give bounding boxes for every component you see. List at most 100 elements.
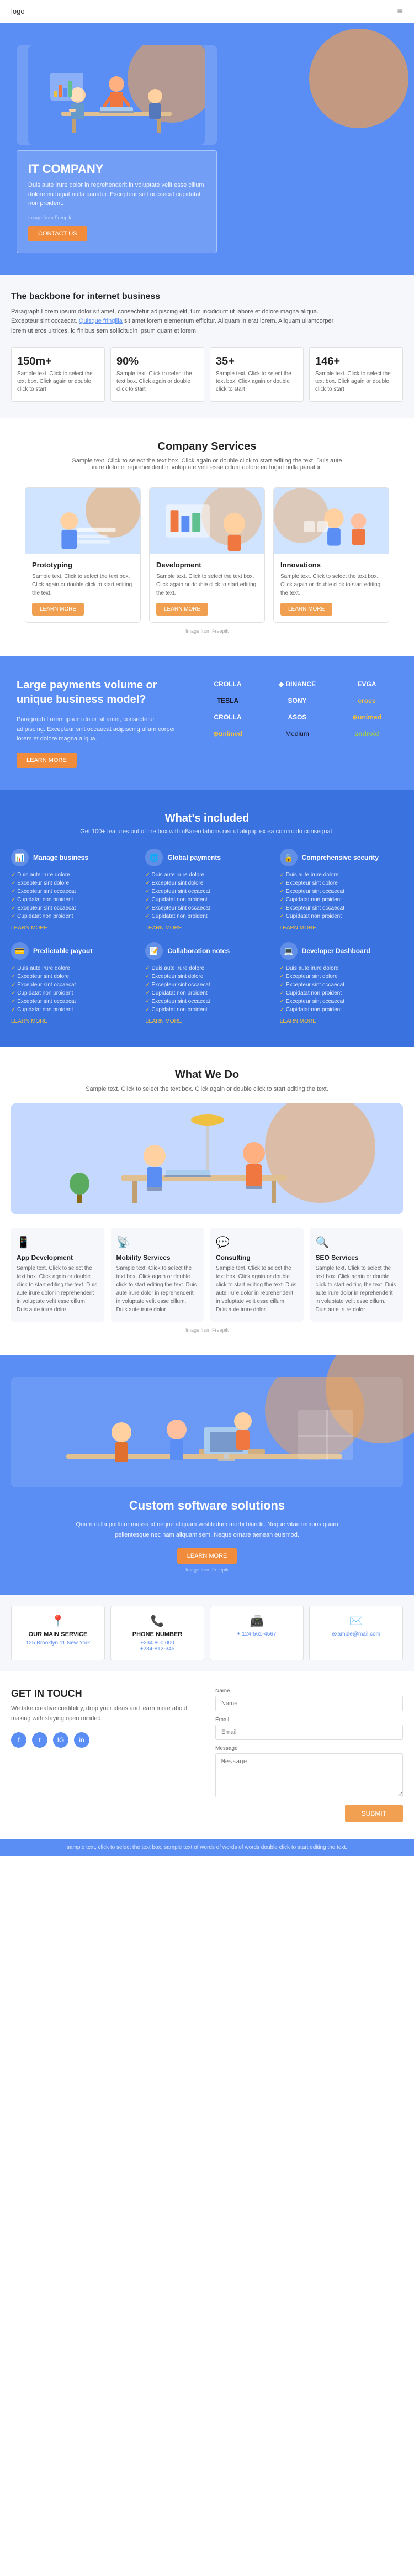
stats-row: 150m+ Sample text. Click to select the t… — [11, 347, 403, 402]
get-in-touch-section: GET IN TOUCH We take creative credibilit… — [0, 1671, 414, 1839]
service-img-2 — [274, 488, 389, 554]
service-img-1 — [150, 488, 264, 554]
service-card-0: Prototyping Sample text. Click to select… — [25, 487, 141, 623]
instagram-icon[interactable]: IG — [53, 1732, 68, 1748]
stat-num-0: 150m+ — [17, 355, 99, 368]
brand-crolla-2: CROLLA — [197, 711, 258, 723]
custom-software-section: Custom software solutions Quam nulla por… — [0, 1355, 414, 1595]
twitter-icon[interactable]: t — [32, 1732, 47, 1748]
service-img-0 — [25, 488, 140, 554]
whatwedo-image-from: Image from Freepik — [11, 1327, 403, 1333]
stat-label-2: Sample text. Click to select the text bo… — [216, 370, 298, 393]
service-btn-2[interactable]: LEARN MORE — [280, 603, 332, 616]
services-heading: Company Services — [11, 440, 403, 453]
wwd-title-1: Mobility Services — [116, 1254, 199, 1261]
hero-section: IT COMPANY Duis aute irure dolor in repr… — [0, 23, 414, 275]
brand-crocs: crocs — [336, 695, 397, 707]
included-heading: What's included — [11, 812, 403, 825]
wwd-card-3: 🔍 SEO Services Sample text. Click to sel… — [310, 1228, 404, 1322]
payments-section: Large payments volume or unique business… — [0, 656, 414, 790]
included-list-4: Duis aute irure dolore Excepteur sint do… — [145, 964, 268, 1014]
brand-asos: ASOS — [267, 711, 328, 723]
stat-label-0: Sample text. Click to select the text bo… — [17, 370, 99, 393]
submit-button[interactable]: SUBMIT — [345, 1805, 403, 1822]
git-right: Name Email Message SUBMIT — [215, 1688, 403, 1822]
stat-num-1: 90% — [116, 355, 198, 368]
backbone-link[interactable]: Quisque fringilla — [79, 318, 123, 324]
included-learn-0[interactable]: LEARN MORE — [11, 925, 134, 931]
wwd-icon-1: 📡 — [116, 1236, 199, 1249]
included-card-3: 💳 Predictable payout Duis aute irure dol… — [11, 942, 134, 1024]
included-subtitle: Get 100+ features out of the box with uB… — [11, 828, 403, 835]
service-btn-0[interactable]: LEARN MORE — [32, 603, 84, 616]
facebook-icon[interactable]: f — [11, 1732, 26, 1748]
included-list-0: Duis aute irure dolore Excepteur sint do… — [11, 871, 134, 921]
included-icon-3: 💳 — [11, 942, 29, 960]
whatwedo-subtitle: Sample text. Click to select the text bo… — [11, 1086, 403, 1092]
hero-contact-btn[interactable]: CONTACT US — [28, 226, 87, 241]
name-input[interactable] — [215, 1696, 403, 1711]
payments-left: Large payments volume or unique business… — [17, 678, 181, 768]
contact-value-1: +234 800 000+234-812-345 — [116, 1640, 198, 1652]
menu-icon[interactable]: ≡ — [397, 6, 403, 17]
stat-label-1: Sample text. Click to select the text bo… — [116, 370, 198, 393]
contact-box-3: ✉️ example@mail.com — [309, 1606, 403, 1660]
service-card-2: Innovations Sample text. Click to select… — [273, 487, 389, 623]
brand-tesla: TESLA — [197, 695, 258, 707]
payments-heading: Large payments volume or unique business… — [17, 678, 181, 707]
stat-2: 35+ Sample text. Click to select the tex… — [210, 347, 304, 402]
included-icon-0: 📊 — [11, 849, 29, 866]
included-card-1: 🌐 Global payments Duis aute irure dolore… — [145, 849, 268, 931]
included-learn-1[interactable]: LEARN MORE — [145, 925, 268, 931]
included-learn-5[interactable]: LEARN MORE — [280, 1018, 403, 1024]
navbar: logo ≡ — [0, 0, 414, 23]
services-image-from: Image from Freepik — [11, 628, 403, 634]
service-title-1: Development — [156, 561, 258, 569]
hero-title: IT COMPANY — [28, 162, 205, 176]
service-title-0: Prototyping — [32, 561, 134, 569]
wwd-text-3: Sample text. Click to select the text bo… — [316, 1264, 398, 1314]
hero-left: IT COMPANY Duis aute irure dolor in repr… — [0, 23, 228, 275]
services-section: Company Services Sample text. Click to s… — [0, 418, 414, 656]
linkedin-icon[interactable]: in — [74, 1732, 89, 1748]
footer-text: sample text, click to select the text bo… — [11, 1844, 403, 1850]
wwd-title-2: Consulting — [216, 1254, 298, 1261]
logo: logo — [11, 7, 25, 15]
git-left: GET IN TOUCH We take creative credibilit… — [11, 1688, 199, 1822]
wwd-title-3: SEO Services — [316, 1254, 398, 1261]
included-title-1: Global payments — [167, 854, 221, 861]
contact-box-2: 📠 + 124-561-4567 — [210, 1606, 304, 1660]
whatwedo-illustration — [11, 1103, 403, 1214]
location-icon: 📍 — [17, 1614, 99, 1628]
stat-label-3: Sample text. Click to select the text bo… — [315, 370, 397, 393]
wwd-card-2: 💬 Consulting Sample text. Click to selec… — [210, 1228, 304, 1322]
message-label: Message — [215, 1746, 403, 1752]
services-subtitle: Sample text. Click to select the text bo… — [69, 458, 345, 471]
services-grid: Prototyping Sample text. Click to select… — [11, 487, 403, 623]
brand-crolla-1: CROLLA — [197, 678, 258, 690]
included-learn-2[interactable]: LEARN MORE — [280, 925, 403, 931]
contact-boxes-section: 📍 OUR MAIN SERVICE 125 Brooklyn 11 New Y… — [0, 1595, 414, 1671]
included-title-5: Developer Dashboard — [302, 947, 370, 955]
contact-value-0: 125 Brooklyn 11 New York — [17, 1640, 99, 1646]
included-title-4: Collaboration notes — [167, 947, 230, 955]
get-in-touch-inner: GET IN TOUCH We take creative credibilit… — [11, 1688, 403, 1822]
contact-box-1: 📞 PHONE NUMBER +234 800 000+234-812-345 — [110, 1606, 204, 1660]
payments-btn[interactable]: LEARN MORE — [17, 753, 77, 768]
stat-3: 146+ Sample text. Click to select the te… — [309, 347, 403, 402]
included-learn-3[interactable]: LEARN MORE — [11, 1018, 134, 1024]
included-list-5: Duis aute irure dolore Excepteur sint do… — [280, 964, 403, 1014]
message-input[interactable] — [215, 1753, 403, 1797]
fax-icon: 📠 — [216, 1614, 298, 1628]
included-icon-1: 🌐 — [145, 849, 163, 866]
name-label: Name — [215, 1688, 403, 1694]
service-btn-1[interactable]: LEARN MORE — [156, 603, 208, 616]
included-list-2: Duis aute irure dolore Excepteur sint do… — [280, 871, 403, 921]
cs-image-from: Image from Freepik — [185, 1567, 229, 1573]
email-input[interactable] — [215, 1725, 403, 1740]
cs-btn[interactable]: LEARN MORE — [177, 1548, 237, 1564]
message-field: Message — [215, 1746, 403, 1799]
git-heading: GET IN TOUCH — [11, 1688, 199, 1700]
included-learn-4[interactable]: LEARN MORE — [145, 1018, 268, 1024]
brand-evga: EVGΑ — [336, 678, 397, 690]
